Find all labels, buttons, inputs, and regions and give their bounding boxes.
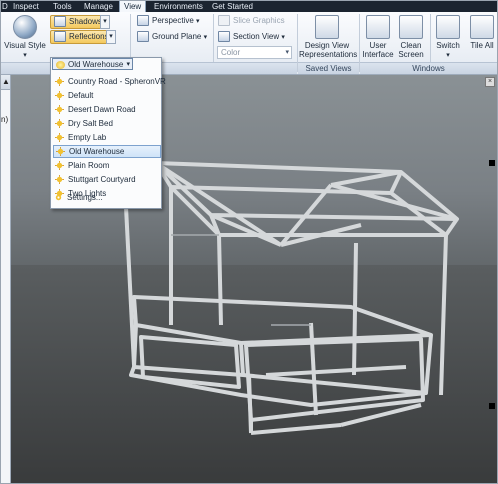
visual-style-button[interactable]: Visual Style ▾ xyxy=(4,15,46,60)
browser-pane-text: n) xyxy=(1,115,9,124)
environment-sun-icon xyxy=(55,77,64,86)
chevron-down-icon: ▾ xyxy=(126,61,130,68)
section-view-button[interactable]: Section View ▾ xyxy=(218,31,285,43)
tile-all-label: Tile All xyxy=(470,41,494,50)
perspective-button[interactable]: Perspective ▾ xyxy=(137,15,200,27)
group-label-windows: Windows xyxy=(360,62,497,74)
environment-sun-icon xyxy=(55,119,64,128)
viewport-close-icon[interactable]: × xyxy=(485,77,495,87)
slice-graphics-label: Slice Graphics xyxy=(233,16,285,25)
viewport-marker xyxy=(489,160,495,166)
environment-select[interactable]: Old Warehouse ▾ xyxy=(52,58,133,70)
group-label-saved-views: Saved Views xyxy=(298,62,359,74)
browser-pane-header: ▲ xyxy=(1,75,10,90)
environment-item-old-warehouse[interactable]: Old Warehouse xyxy=(53,145,161,158)
environment-item-label: Stuttgart Courtyard xyxy=(68,175,136,184)
clean-screen-icon xyxy=(399,15,423,39)
environment-settings-label: Settings... xyxy=(67,193,103,202)
design-view-label-2: Representations xyxy=(299,50,358,59)
design-view-representations-button[interactable]: Design View Representations xyxy=(299,15,358,59)
user-interface-button[interactable]: User Interface xyxy=(362,15,394,59)
environment-item-label: Desert Dawn Road xyxy=(68,105,136,114)
user-interface-label-2: Interface xyxy=(362,50,394,59)
color-combo-value: Color xyxy=(221,48,241,57)
slice-graphics-button[interactable]: Slice Graphics xyxy=(218,15,285,27)
section-view-label: Section View xyxy=(233,32,280,41)
design-view-icon xyxy=(315,15,339,39)
tile-all-icon xyxy=(470,15,494,39)
viewport-marker xyxy=(489,403,495,409)
switch-window-icon xyxy=(436,15,460,39)
reflections-icon xyxy=(54,31,66,43)
environment-item-label: Country Road - SpheronVR xyxy=(68,77,166,86)
ground-plane-button[interactable]: Ground Plane ▾ xyxy=(137,31,207,43)
settings-icon xyxy=(55,194,62,201)
environment-select-value: Old Warehouse xyxy=(68,60,124,69)
environment-item-desert-dawn-road[interactable]: Desert Dawn Road xyxy=(53,103,159,116)
environment-item-stuttgart-courtyard[interactable]: Stuttgart Courtyard xyxy=(53,173,159,186)
environment-sun-icon xyxy=(55,161,64,170)
sphere-icon xyxy=(13,15,37,39)
user-interface-icon xyxy=(366,15,390,39)
environment-item-label: Old Warehouse xyxy=(69,147,125,156)
environment-item-country-road[interactable]: Country Road - SpheronVR xyxy=(53,75,166,88)
user-interface-label-1: User xyxy=(369,41,387,50)
switch-button[interactable]: Switch ▾ xyxy=(433,15,463,60)
reflections-dropdown-arrow[interactable]: ▾ xyxy=(106,30,116,44)
environment-item-label: Default xyxy=(68,91,94,100)
tab-environments[interactable]: Environments xyxy=(154,1,203,12)
tab-tools[interactable]: Tools xyxy=(53,1,72,12)
perspective-icon xyxy=(137,15,149,27)
perspective-label: Perspective xyxy=(152,16,194,25)
environment-sun-icon xyxy=(55,175,64,184)
environment-item-dry-salt-bed[interactable]: Dry Salt Bed xyxy=(53,117,159,130)
environment-item-label: Plain Room xyxy=(68,161,110,170)
switch-label: Switch xyxy=(436,41,460,50)
chevron-down-icon: ▾ xyxy=(285,49,289,56)
environment-item-label: Dry Salt Bed xyxy=(68,119,113,128)
shadows-icon xyxy=(54,16,66,28)
reflections-label: Reflections xyxy=(69,32,109,41)
tab-get-started[interactable]: Get Started xyxy=(212,1,253,12)
clean-screen-button[interactable]: Clean Screen xyxy=(396,15,426,59)
environment-sun-icon xyxy=(55,105,64,114)
visual-style-label: Visual Style xyxy=(4,41,46,50)
environment-settings-item[interactable]: Settings... xyxy=(52,191,158,204)
environment-item-empty-lab[interactable]: Empty Lab xyxy=(53,131,159,144)
ribbon-tab-bar: D Inspect Tools Manage View Environments… xyxy=(1,1,497,12)
environment-item-label: Empty Lab xyxy=(68,133,107,142)
clean-screen-label-2: Screen xyxy=(398,50,424,59)
application-window: D Inspect Tools Manage View Environments… xyxy=(0,0,498,484)
sun-icon xyxy=(56,61,65,69)
reflections-button[interactable]: Reflections xyxy=(50,30,113,44)
shadows-dropdown-arrow[interactable]: ▾ xyxy=(100,15,110,29)
tab-inspect[interactable]: Inspect xyxy=(13,1,39,12)
tab-view[interactable]: View xyxy=(119,1,147,12)
color-combo[interactable]: Color ▾ xyxy=(217,46,292,59)
slice-graphics-icon xyxy=(218,15,230,27)
shadows-label: Shadows xyxy=(69,17,102,26)
environment-sun-icon xyxy=(55,91,64,100)
shadows-button[interactable]: Shadows xyxy=(50,15,106,29)
section-view-icon xyxy=(218,31,230,43)
environment-item-default[interactable]: Default xyxy=(53,89,159,102)
tab-manage[interactable]: Manage xyxy=(84,1,113,12)
environment-item-plain-room[interactable]: Plain Room xyxy=(53,159,159,172)
clean-screen-label-1: Clean xyxy=(400,41,422,50)
ground-plane-label: Ground Plane xyxy=(152,32,202,41)
ground-plane-icon xyxy=(137,31,149,43)
environment-sun-icon xyxy=(55,133,64,142)
browser-pane: ▲ n) xyxy=(1,75,11,483)
tab-d[interactable]: D xyxy=(2,1,8,12)
binoculars-icon[interactable]: ▲ xyxy=(2,77,10,86)
tile-all-button[interactable]: Tile All xyxy=(467,15,497,50)
environment-dropdown[interactable]: Old Warehouse ▾ Country Road - SpheronVR… xyxy=(50,57,166,209)
environment-sun-icon xyxy=(56,147,65,156)
design-view-label-1: Design View xyxy=(304,41,350,50)
